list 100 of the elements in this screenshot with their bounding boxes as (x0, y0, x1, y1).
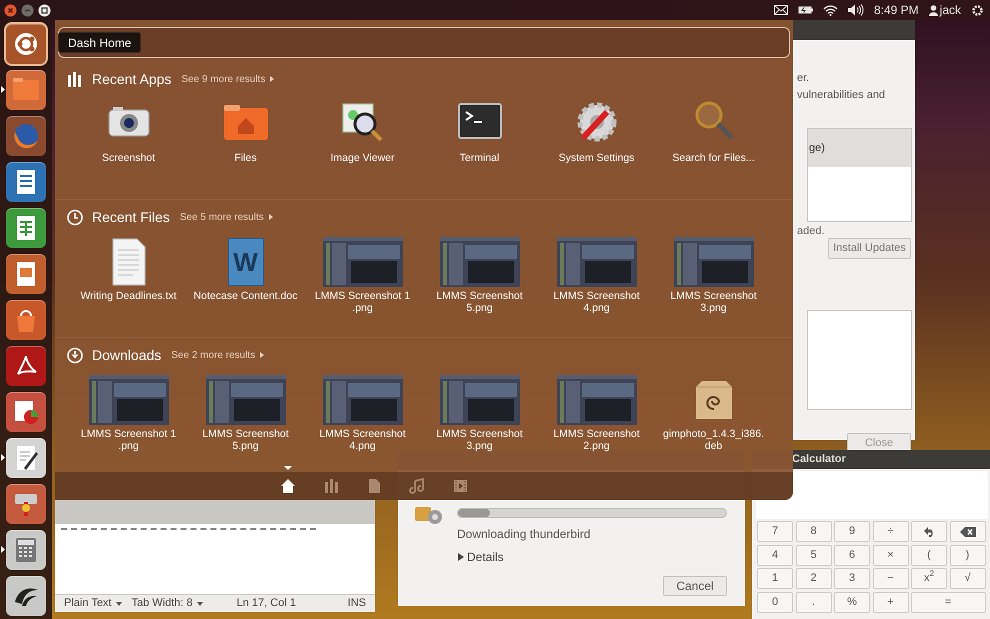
calculator-key[interactable]: % (834, 592, 870, 612)
details-expander[interactable]: Details (457, 548, 504, 566)
calculator-key[interactable]: × (872, 544, 908, 566)
result-item[interactable]: LMMS Screenshot 5.png (421, 229, 538, 314)
result-item[interactable]: Screenshot (70, 91, 187, 164)
selection-indicator-icon (284, 466, 292, 470)
launcher-item[interactable] (6, 162, 46, 202)
calculator-key[interactable]: 2 (796, 568, 832, 589)
more-results-link[interactable]: See 5 more results (180, 210, 273, 224)
result-item[interactable]: Image Viewer (304, 91, 421, 164)
result-item[interactable]: LMMS Screenshot 2.png (538, 367, 655, 452)
calculator-key[interactable]: ÷ (872, 521, 908, 542)
insert-mode: INS (348, 596, 366, 612)
ubuntu-logo-icon (12, 30, 40, 58)
launcher-item[interactable] (6, 254, 46, 294)
gear-icon[interactable] (971, 4, 984, 16)
music-note-icon (409, 478, 425, 494)
triangle-right-icon (457, 553, 464, 561)
minimize-icon[interactable] (21, 4, 34, 16)
word-document-icon: W (228, 238, 264, 286)
result-item[interactable]: Writing Deadlines.txt (70, 229, 187, 314)
section-title: Recent Files (92, 208, 170, 226)
result-item[interactable]: W Notecase Content.doc (187, 229, 304, 314)
calculator-key[interactable]: 3 (834, 568, 870, 589)
calculator-key[interactable]: 4 (757, 544, 793, 566)
tooltip: Dash Home (58, 32, 142, 53)
calculator-key[interactable]: 9 (834, 521, 870, 542)
result-item[interactable]: gimphoto_1.4.3_i386.deb (655, 367, 772, 452)
calculator-key[interactable]: = (911, 592, 986, 612)
person-icon (928, 4, 938, 16)
calculator-key[interactable]: 0 (757, 592, 793, 612)
calculator-key[interactable]: x$^{2}$ (911, 568, 947, 589)
window-title: Calculator (792, 452, 846, 468)
search-field[interactable] (58, 27, 790, 58)
launcher-item[interactable] (6, 438, 46, 478)
status-text: Downloading thunderbird (457, 526, 590, 543)
volume-icon[interactable] (848, 4, 864, 16)
text-document-icon (110, 238, 146, 286)
launcher-item[interactable] (6, 208, 46, 248)
caret-icon (116, 602, 122, 606)
tab-width-dropdown[interactable]: Tab Width: 8 (132, 595, 203, 612)
result-item[interactable]: LMMS Screenshot 4.png (304, 367, 421, 452)
film-icon (452, 478, 468, 494)
calculator-key[interactable]: − (872, 568, 908, 589)
summary-text: aded. (797, 224, 825, 239)
more-results-link[interactable]: See 2 more results (171, 348, 264, 362)
result-item[interactable]: System Settings (538, 91, 655, 164)
cursor-position: Ln 17, Col 1 (236, 596, 296, 612)
install-updates-button[interactable]: Install Updates (828, 238, 911, 259)
calculator-key[interactable]: 7 (757, 521, 793, 542)
user-menu[interactable]: jack (928, 1, 961, 19)
undo-icon (922, 526, 936, 536)
result-item[interactable]: LMMS Screenshot 4.png (538, 229, 655, 314)
backspace-key[interactable] (950, 521, 986, 542)
globe-fox-icon (12, 122, 40, 150)
body-text: vulnerabilities and (797, 88, 886, 103)
file-icon (366, 478, 382, 494)
body-text: er. (797, 71, 810, 86)
arrow-right-icon (268, 214, 273, 220)
result-item[interactable]: Search for Files... (655, 91, 772, 164)
backspace-icon (960, 526, 976, 536)
launcher-item[interactable] (6, 392, 46, 432)
clock-text[interactable]: 8:49 PM (874, 1, 919, 19)
maximize-icon[interactable] (38, 4, 51, 16)
calculator-key[interactable]: √ (950, 568, 986, 589)
result-item[interactable]: Terminal (421, 91, 538, 164)
result-item[interactable]: LMMS Screenshot 3.png (421, 367, 538, 452)
calculator-key[interactable]: 6 (834, 544, 870, 566)
language-dropdown[interactable]: Plain Text (64, 595, 122, 612)
result-item[interactable]: LMMS Screenshot 1 .png (70, 367, 187, 452)
spreadsheet-chart-icon (12, 398, 40, 426)
arrow-right-icon (260, 352, 264, 358)
applications-icon (323, 478, 339, 494)
result-item[interactable]: LMMS Screenshot 5.png (187, 367, 304, 452)
launcher-item[interactable] (6, 576, 46, 616)
result-item[interactable]: Files (187, 91, 304, 164)
list-row[interactable]: ge) (808, 129, 911, 167)
calculator-key[interactable]: + (872, 592, 908, 612)
calculator-key[interactable]: 5 (796, 544, 832, 566)
calculator-key[interactable]: . (796, 592, 832, 612)
cancel-button[interactable]: Cancel (663, 576, 727, 596)
calculator-key[interactable]: ( (911, 544, 947, 566)
close-icon[interactable] (4, 4, 17, 16)
mail-icon[interactable] (774, 5, 788, 15)
wifi-icon[interactable] (822, 4, 838, 16)
download-icon (67, 346, 83, 364)
undo-key[interactable] (911, 521, 947, 542)
calculator-key[interactable]: 1 (757, 568, 793, 589)
launcher-item[interactable] (6, 346, 46, 386)
battery-icon[interactable] (798, 6, 813, 14)
more-results-link[interactable]: See 9 more results (181, 72, 274, 86)
home-icon (280, 478, 296, 494)
section-title: Recent Apps (92, 70, 172, 89)
section-title: Downloads (92, 346, 162, 364)
result-item[interactable]: LMMS Screenshot 3.png (655, 229, 772, 314)
result-item[interactable]: LMMS Screenshot 1 .png (304, 229, 421, 314)
calculator-key[interactable]: 8 (796, 521, 832, 542)
clock-icon (67, 208, 83, 226)
calculator-key[interactable]: ) (950, 544, 986, 566)
applications-icon (67, 70, 83, 88)
